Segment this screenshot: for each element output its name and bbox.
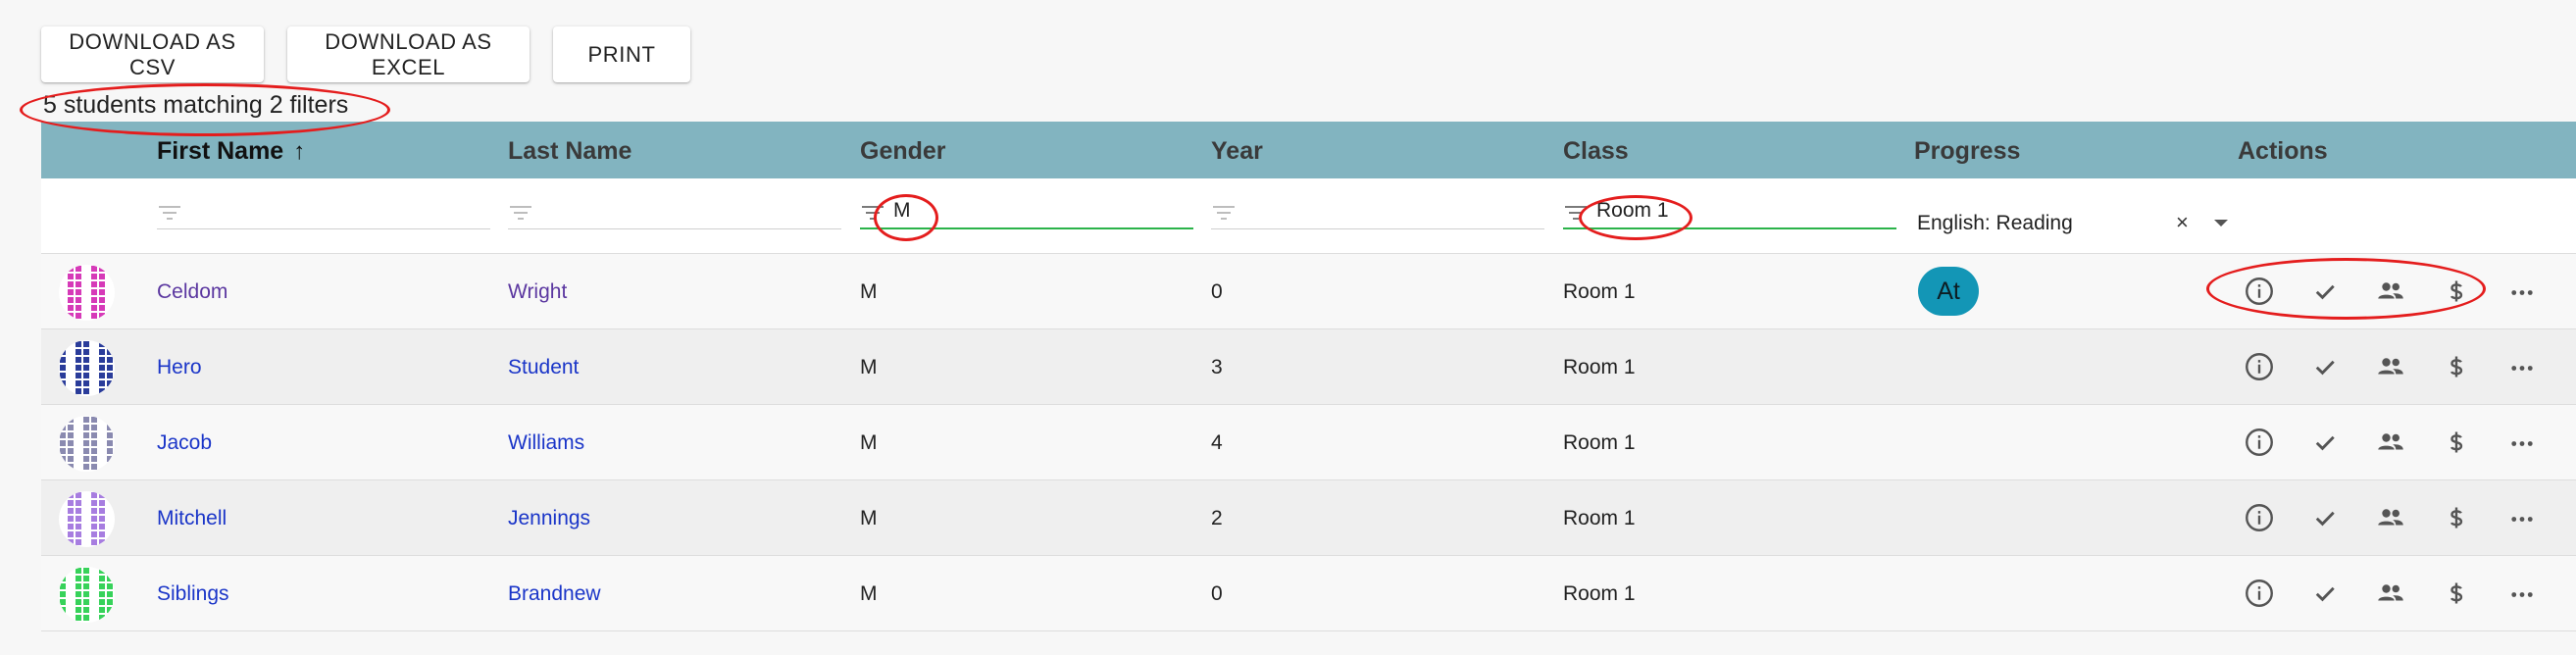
download-csv-button[interactable]: DOWNLOAD AS CSV	[41, 26, 264, 82]
column-header-class[interactable]: Class	[1563, 137, 1629, 166]
year-cell: 2	[1211, 507, 1223, 529]
check-icon[interactable]	[2307, 349, 2343, 384]
table-row: Siblings Brandnew M 0 Room 1	[41, 556, 2576, 631]
avatar[interactable]	[59, 265, 115, 321]
dollar-icon[interactable]	[2439, 349, 2474, 384]
check-icon[interactable]	[2307, 274, 2343, 309]
check-icon[interactable]	[2307, 500, 2343, 535]
more-icon[interactable]	[2504, 349, 2540, 384]
clear-icon[interactable]: ×	[2176, 210, 2189, 235]
print-button[interactable]: PRINT	[553, 26, 690, 82]
people-icon[interactable]	[2373, 349, 2408, 384]
more-icon[interactable]	[2504, 500, 2540, 535]
last-name-link[interactable]: Jennings	[508, 507, 590, 530]
first-name-filter[interactable]	[157, 192, 490, 229]
column-header-last-name[interactable]: Last Name	[508, 137, 631, 166]
year-filter-input[interactable]	[1244, 196, 1529, 226]
table-row: Hero Student M 3 Room 1	[41, 329, 2576, 405]
year-cell: 0	[1211, 582, 1223, 605]
class-filter-input[interactable]	[1596, 196, 1881, 226]
filter-icon	[1213, 206, 1235, 220]
last-name-link[interactable]: Brandnew	[508, 582, 601, 606]
avatar[interactable]	[59, 416, 115, 472]
first-name-link[interactable]: Hero	[157, 356, 202, 379]
more-icon[interactable]	[2504, 274, 2540, 309]
gender-cell: M	[860, 356, 878, 378]
check-icon[interactable]	[2307, 576, 2343, 611]
first-name-link[interactable]: Siblings	[157, 582, 229, 606]
chevron-down-icon[interactable]	[2214, 220, 2228, 227]
last-name-filter[interactable]	[508, 192, 841, 229]
dollar-icon[interactable]	[2439, 500, 2474, 535]
people-icon[interactable]	[2373, 425, 2408, 460]
match-count-text: 5 students matching 2 filters	[43, 91, 349, 119]
gender-filter-input[interactable]	[893, 196, 1178, 226]
people-icon[interactable]	[2373, 274, 2408, 309]
info-icon[interactable]	[2242, 274, 2277, 309]
gender-cell: M	[860, 431, 878, 454]
class-filter[interactable]	[1563, 192, 1896, 229]
filter-icon	[1565, 206, 1587, 220]
class-cell: Room 1	[1563, 582, 1636, 605]
progress-badge[interactable]: At	[1918, 267, 1979, 316]
info-icon[interactable]	[2242, 349, 2277, 384]
people-icon[interactable]	[2373, 576, 2408, 611]
class-cell: Room 1	[1563, 280, 1636, 303]
column-header-label: First Name	[157, 137, 284, 165]
column-header-actions: Actions	[2238, 137, 2328, 165]
dollar-icon[interactable]	[2439, 576, 2474, 611]
year-cell: 3	[1211, 356, 1223, 378]
first-name-link[interactable]: Mitchell	[157, 507, 227, 530]
avatar[interactable]	[59, 567, 115, 623]
first-name-link[interactable]: Celdom	[157, 280, 227, 304]
info-icon[interactable]	[2242, 425, 2277, 460]
avatar[interactable]	[59, 340, 115, 396]
gender-cell: M	[860, 280, 878, 303]
more-icon[interactable]	[2504, 425, 2540, 460]
class-cell: Room 1	[1563, 356, 1636, 378]
table-row: Jacob Williams M 4 Room 1	[41, 405, 2576, 480]
check-icon[interactable]	[2307, 425, 2343, 460]
students-grid: First Name ↑ Last Name Gender Year Class …	[41, 122, 2576, 631]
gender-cell: M	[860, 507, 878, 529]
first-name-filter-input[interactable]	[190, 196, 475, 226]
filter-row: English: Reading ×	[41, 178, 2576, 254]
class-cell: Room 1	[1563, 431, 1636, 454]
people-icon[interactable]	[2373, 500, 2408, 535]
first-name-link[interactable]: Jacob	[157, 431, 212, 455]
download-excel-button[interactable]: DOWNLOAD AS EXCEL	[287, 26, 530, 82]
last-name-filter-input[interactable]	[541, 196, 826, 226]
table-row: Mitchell Jennings M 2 Room 1	[41, 480, 2576, 556]
progress-filter-select[interactable]: English: Reading ×	[1915, 206, 2239, 245]
column-header-gender[interactable]: Gender	[860, 137, 946, 166]
gender-filter[interactable]	[860, 192, 1193, 229]
table-row: Celdom Wright M 0 Room 1 At	[41, 254, 2576, 329]
filter-icon	[510, 206, 531, 220]
grid-body: Celdom Wright M 0 Room 1 At Hero Student M 3 Room …	[41, 254, 2576, 631]
toolbar: DOWNLOAD AS CSV DOWNLOAD AS EXCEL PRINT	[41, 26, 690, 82]
year-filter[interactable]	[1211, 192, 1544, 229]
column-header-progress[interactable]: Progress	[1914, 137, 2020, 166]
more-icon[interactable]	[2504, 576, 2540, 611]
info-icon[interactable]	[2242, 500, 2277, 535]
dollar-icon[interactable]	[2439, 425, 2474, 460]
column-header-first-name[interactable]: First Name ↑	[157, 137, 305, 166]
progress-filter-value: English: Reading	[1917, 212, 2073, 234]
filter-icon	[159, 206, 180, 220]
arrow-up-icon: ↑	[293, 138, 306, 165]
dollar-icon[interactable]	[2439, 274, 2474, 309]
filter-icon	[862, 206, 884, 220]
grid-header: First Name ↑ Last Name Gender Year Class …	[41, 122, 2576, 178]
year-cell: 0	[1211, 280, 1223, 303]
gender-cell: M	[860, 582, 878, 605]
column-header-year[interactable]: Year	[1211, 137, 1263, 166]
avatar[interactable]	[59, 491, 115, 547]
last-name-link[interactable]: Wright	[508, 280, 567, 304]
last-name-link[interactable]: Student	[508, 356, 579, 379]
year-cell: 4	[1211, 431, 1223, 454]
info-icon[interactable]	[2242, 576, 2277, 611]
last-name-link[interactable]: Williams	[508, 431, 584, 455]
class-cell: Room 1	[1563, 507, 1636, 529]
